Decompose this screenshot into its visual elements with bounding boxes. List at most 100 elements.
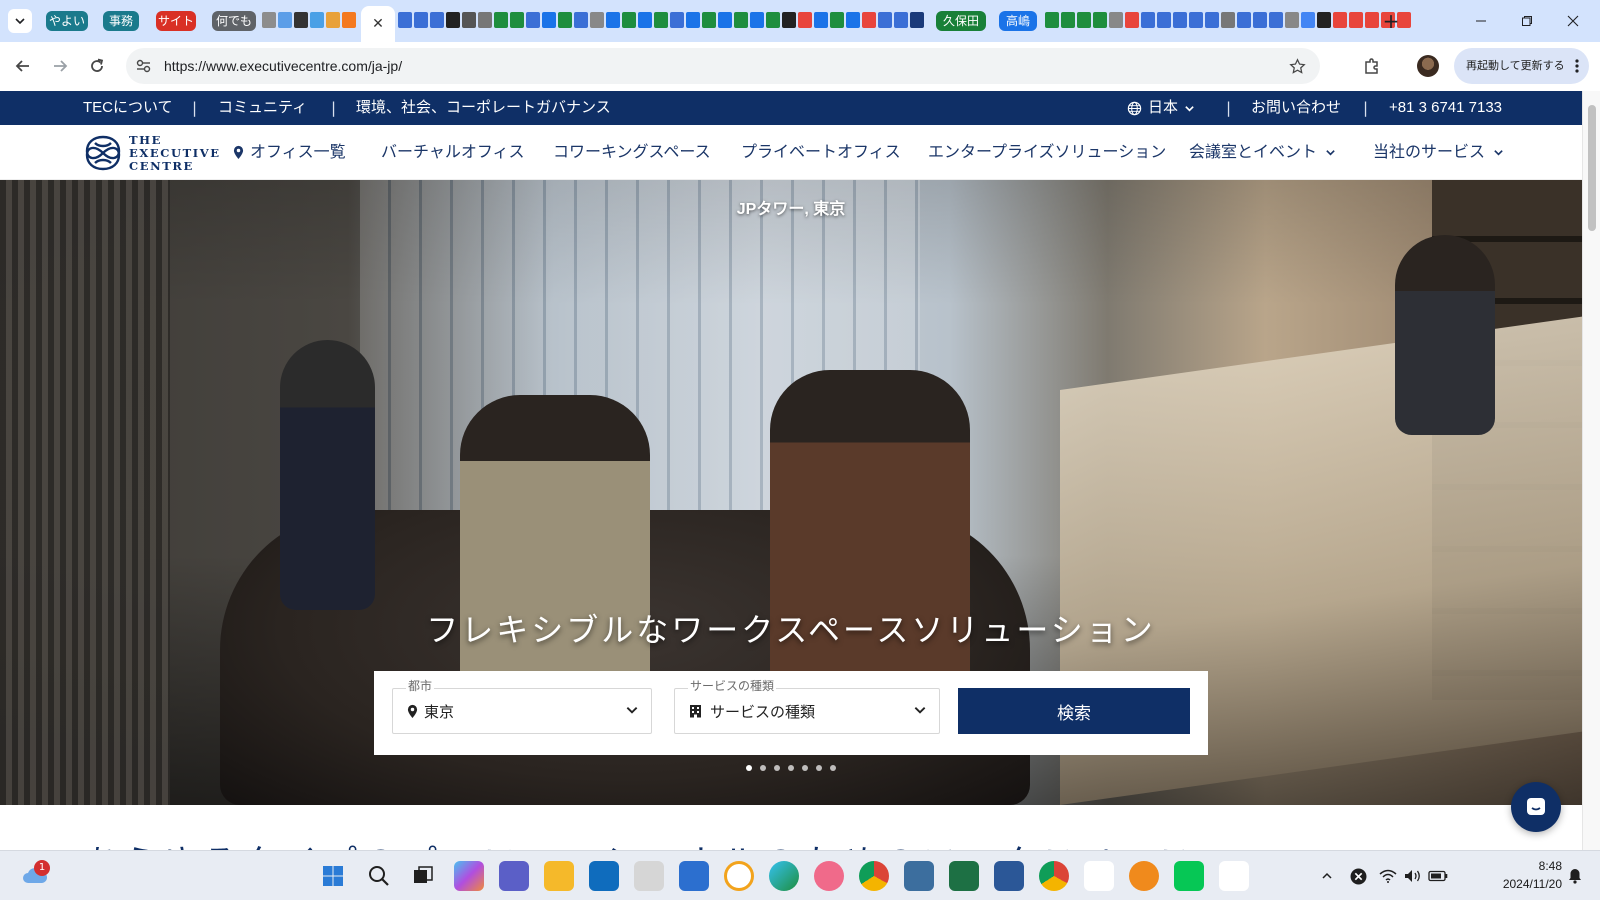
tab-favicon[interactable] [638,12,652,28]
tab-favicon[interactable] [462,12,476,28]
tab-favicon[interactable] [590,12,604,28]
tab-favicon[interactable] [398,12,412,28]
community-link[interactable]: コミュニティ [218,91,307,125]
tab-favicon[interactable] [670,12,684,28]
nav-virtual-office[interactable]: バーチャルオフィス [381,125,525,180]
tab-favicon[interactable] [526,12,540,28]
tab-favicon[interactable] [1253,12,1267,28]
city-select[interactable]: 東京 [392,688,652,734]
tab-favicon[interactable] [1045,12,1059,28]
start-button[interactable] [318,861,348,891]
tab-favicon[interactable] [1317,12,1331,28]
taskbar-app[interactable] [724,861,754,891]
close-window-button[interactable] [1550,8,1596,34]
nav-enterprise[interactable]: エンタープライズソリューション [928,125,1166,180]
tab-favicon[interactable] [1109,12,1123,28]
tab-favicon[interactable] [798,12,812,28]
tab-favicon[interactable] [446,12,460,28]
tab-favicon[interactable] [1269,12,1283,28]
search-button[interactable]: 検索 [958,688,1190,734]
tab-favicon[interactable] [766,12,780,28]
copilot-app[interactable] [454,861,484,891]
tab-group-yayoi[interactable]: やよい [46,11,88,31]
extensions-button[interactable] [1358,52,1386,80]
carousel-dot[interactable] [774,765,780,771]
tab-favicon[interactable] [1365,12,1379,28]
tab-favicon[interactable] [1173,12,1187,28]
carousel-dot[interactable] [760,765,766,771]
task-view-button[interactable] [408,861,438,891]
tab-favicon[interactable] [574,12,588,28]
active-tab[interactable]: ✕ [361,6,395,42]
show-hidden-icons-button[interactable] [1312,861,1342,891]
scrollbar-thumb[interactable] [1588,105,1596,231]
page-scrollbar[interactable] [1582,91,1600,850]
tab-favicon[interactable] [294,12,308,28]
forward-button[interactable] [46,52,74,80]
tab-favicon[interactable] [814,12,828,28]
reload-button[interactable] [83,52,111,80]
nav-services[interactable]: 当社のサービス [1373,125,1504,180]
tab-favicon[interactable] [622,12,636,28]
teams-app[interactable] [499,861,529,891]
tab-favicon[interactable] [414,12,428,28]
tab-favicon[interactable] [894,12,908,28]
tab-favicon[interactable] [430,12,444,28]
carousel-dot[interactable] [802,765,808,771]
tab-favicon[interactable] [1157,12,1171,28]
carousel-dot[interactable] [788,765,794,771]
tab-favicon[interactable] [862,12,876,28]
tab-favicon[interactable] [1333,12,1347,28]
relaunch-update-button[interactable]: 再起動して更新する [1454,48,1589,84]
about-link[interactable]: TECについて [83,91,173,125]
tab-favicon[interactable] [1077,12,1091,28]
chat-widget-button[interactable] [1511,782,1561,832]
tab-favicon[interactable] [878,12,892,28]
url-text[interactable]: https://www.executivecentre.com/ja-jp/ [164,48,402,84]
excel-app[interactable] [949,861,979,891]
pinned-tab-favicons-1[interactable] [262,12,356,30]
taskbar-app[interactable] [904,861,934,891]
taskbar-app[interactable] [814,861,844,891]
tab-group-jimu[interactable]: 事務 [103,11,139,31]
chrome-app[interactable] [859,861,889,891]
edge-app[interactable] [769,861,799,891]
chrome-app-active[interactable] [1039,861,1069,891]
battery-button[interactable] [1423,861,1453,891]
tab-favicon[interactable] [542,12,556,28]
tab-favicon[interactable] [1125,12,1139,28]
back-button[interactable] [9,52,37,80]
taskbar-app[interactable] [679,861,709,891]
address-bar[interactable]: https://www.executivecentre.com/ja-jp/ [126,48,1320,84]
tab-favicon[interactable] [654,12,668,28]
tab-favicon[interactable] [718,12,732,28]
tab-favicon[interactable] [494,12,508,28]
tab-favicon[interactable] [478,12,492,28]
carousel-dot[interactable] [816,765,822,771]
carousel-dot[interactable] [746,765,752,771]
new-tab-button[interactable]: + [1378,8,1404,34]
tab-favicon[interactable] [1285,12,1299,28]
tab-favicon[interactable] [342,12,356,28]
tab-favicon[interactable] [1189,12,1203,28]
tab-group-takashima[interactable]: 高嶋 [999,11,1037,31]
tab-favicon[interactable] [1205,12,1219,28]
carousel-dot[interactable] [830,765,836,771]
tab-favicon[interactable] [1141,12,1155,28]
tab-favicon[interactable] [1061,12,1075,28]
tab-favicon[interactable] [510,12,524,28]
tab-group-kubota[interactable]: 久保田 [936,11,986,31]
tab-favicon[interactable] [310,12,324,28]
tec-logo[interactable]: THE EXECUTIVE CENTRE [83,131,221,175]
contact-link[interactable]: お問い合わせ [1251,91,1341,125]
tab-favicon[interactable] [910,12,924,28]
more-vertical-icon[interactable] [1575,59,1579,73]
tab-favicon[interactable] [606,12,620,28]
tab-group-nandemo[interactable]: 何でも [212,11,256,31]
tab-favicon[interactable] [846,12,860,28]
tab-favicon[interactable] [1301,12,1315,28]
tab-favicon[interactable] [1093,12,1107,28]
tab-favicon[interactable] [278,12,292,28]
line-app[interactable] [1174,861,1204,891]
tab-favicon[interactable] [262,12,276,28]
